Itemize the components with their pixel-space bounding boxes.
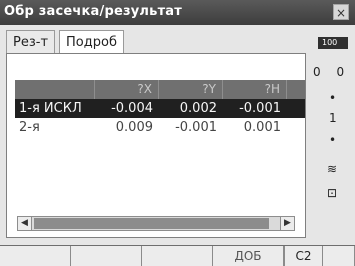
status-item: • <box>329 91 355 105</box>
table-row[interactable]: 2-я 0.009 -0.001 0.001 <box>15 118 305 137</box>
row-x: -0.004 <box>111 101 153 116</box>
row-label: 1-я ИСКЛ <box>19 101 82 116</box>
battery-level: 100 <box>322 38 338 47</box>
battery-icon: 100 <box>318 37 348 49</box>
column-header-x: ?X <box>95 80 159 99</box>
results-panel: Рез-т Подроб ?X ?Y ?H 1-я ИСКЛ -0.004 0.… <box>6 30 306 238</box>
results-table: ?X ?Y ?H 1-я ИСКЛ -0.004 0.002 -0.001 2-… <box>15 80 305 137</box>
column-header-name <box>15 80 95 99</box>
softkey-spacer <box>323 246 355 266</box>
window-title: Обр засечка/результат <box>4 4 183 19</box>
scroll-left-button[interactable]: ◀ <box>17 216 32 231</box>
status-icon: • <box>329 133 337 147</box>
close-icon: × <box>335 6 347 20</box>
row-h: -0.001 <box>239 101 281 116</box>
tab-rez-t[interactable]: Рез-т <box>6 30 56 54</box>
row-y: 0.002 <box>179 101 217 116</box>
softkey-2[interactable] <box>71 246 142 266</box>
status-icon: ⊡ <box>327 186 338 200</box>
tab-podrob[interactable]: Подроб <box>59 30 124 54</box>
status-item: • <box>329 133 355 147</box>
status-icon: ≋ <box>327 162 338 176</box>
status-panel: 100 0 0 • 1 • ≋ ⊡ <box>313 37 353 237</box>
row-x: 0.009 <box>115 120 153 135</box>
status-icon: 0 <box>336 65 345 79</box>
close-button[interactable]: × <box>333 4 349 20</box>
softkey-4[interactable]: ДОБ <box>213 246 284 266</box>
title-bar: Обр засечка/результат × <box>0 0 355 25</box>
column-header-y: ?Y <box>159 80 223 99</box>
column-header-h: ?H <box>223 80 287 99</box>
horizontal-scrollbar[interactable]: ◀ ▶ <box>17 216 295 231</box>
row-h: 0.001 <box>243 120 281 135</box>
row-y: -0.001 <box>175 120 217 135</box>
status-icon: 1 <box>329 111 337 125</box>
scroll-thumb[interactable] <box>34 218 269 229</box>
softkey-1[interactable] <box>0 246 71 266</box>
softkey-bar: ДОБ C2 <box>0 245 355 266</box>
tab-strip: Рез-т Подроб <box>6 30 124 54</box>
status-item: 0 0 <box>313 65 353 79</box>
softkey-3[interactable] <box>142 246 213 266</box>
status-item: ⊡ <box>327 186 355 200</box>
status-item: ≋ <box>327 162 355 176</box>
page-indicator[interactable]: C2 <box>284 246 323 266</box>
table-row[interactable]: 1-я ИСКЛ -0.004 0.002 -0.001 <box>15 99 305 118</box>
table-header: ?X ?Y ?H <box>15 80 305 99</box>
row-label: 2-я <box>19 120 40 135</box>
status-icon: • <box>329 91 337 105</box>
scroll-right-button[interactable]: ▶ <box>280 216 295 231</box>
status-icon: 0 <box>313 65 321 79</box>
status-item: 1 <box>329 111 355 125</box>
details-pane: ?X ?Y ?H 1-я ИСКЛ -0.004 0.002 -0.001 2-… <box>6 53 306 238</box>
